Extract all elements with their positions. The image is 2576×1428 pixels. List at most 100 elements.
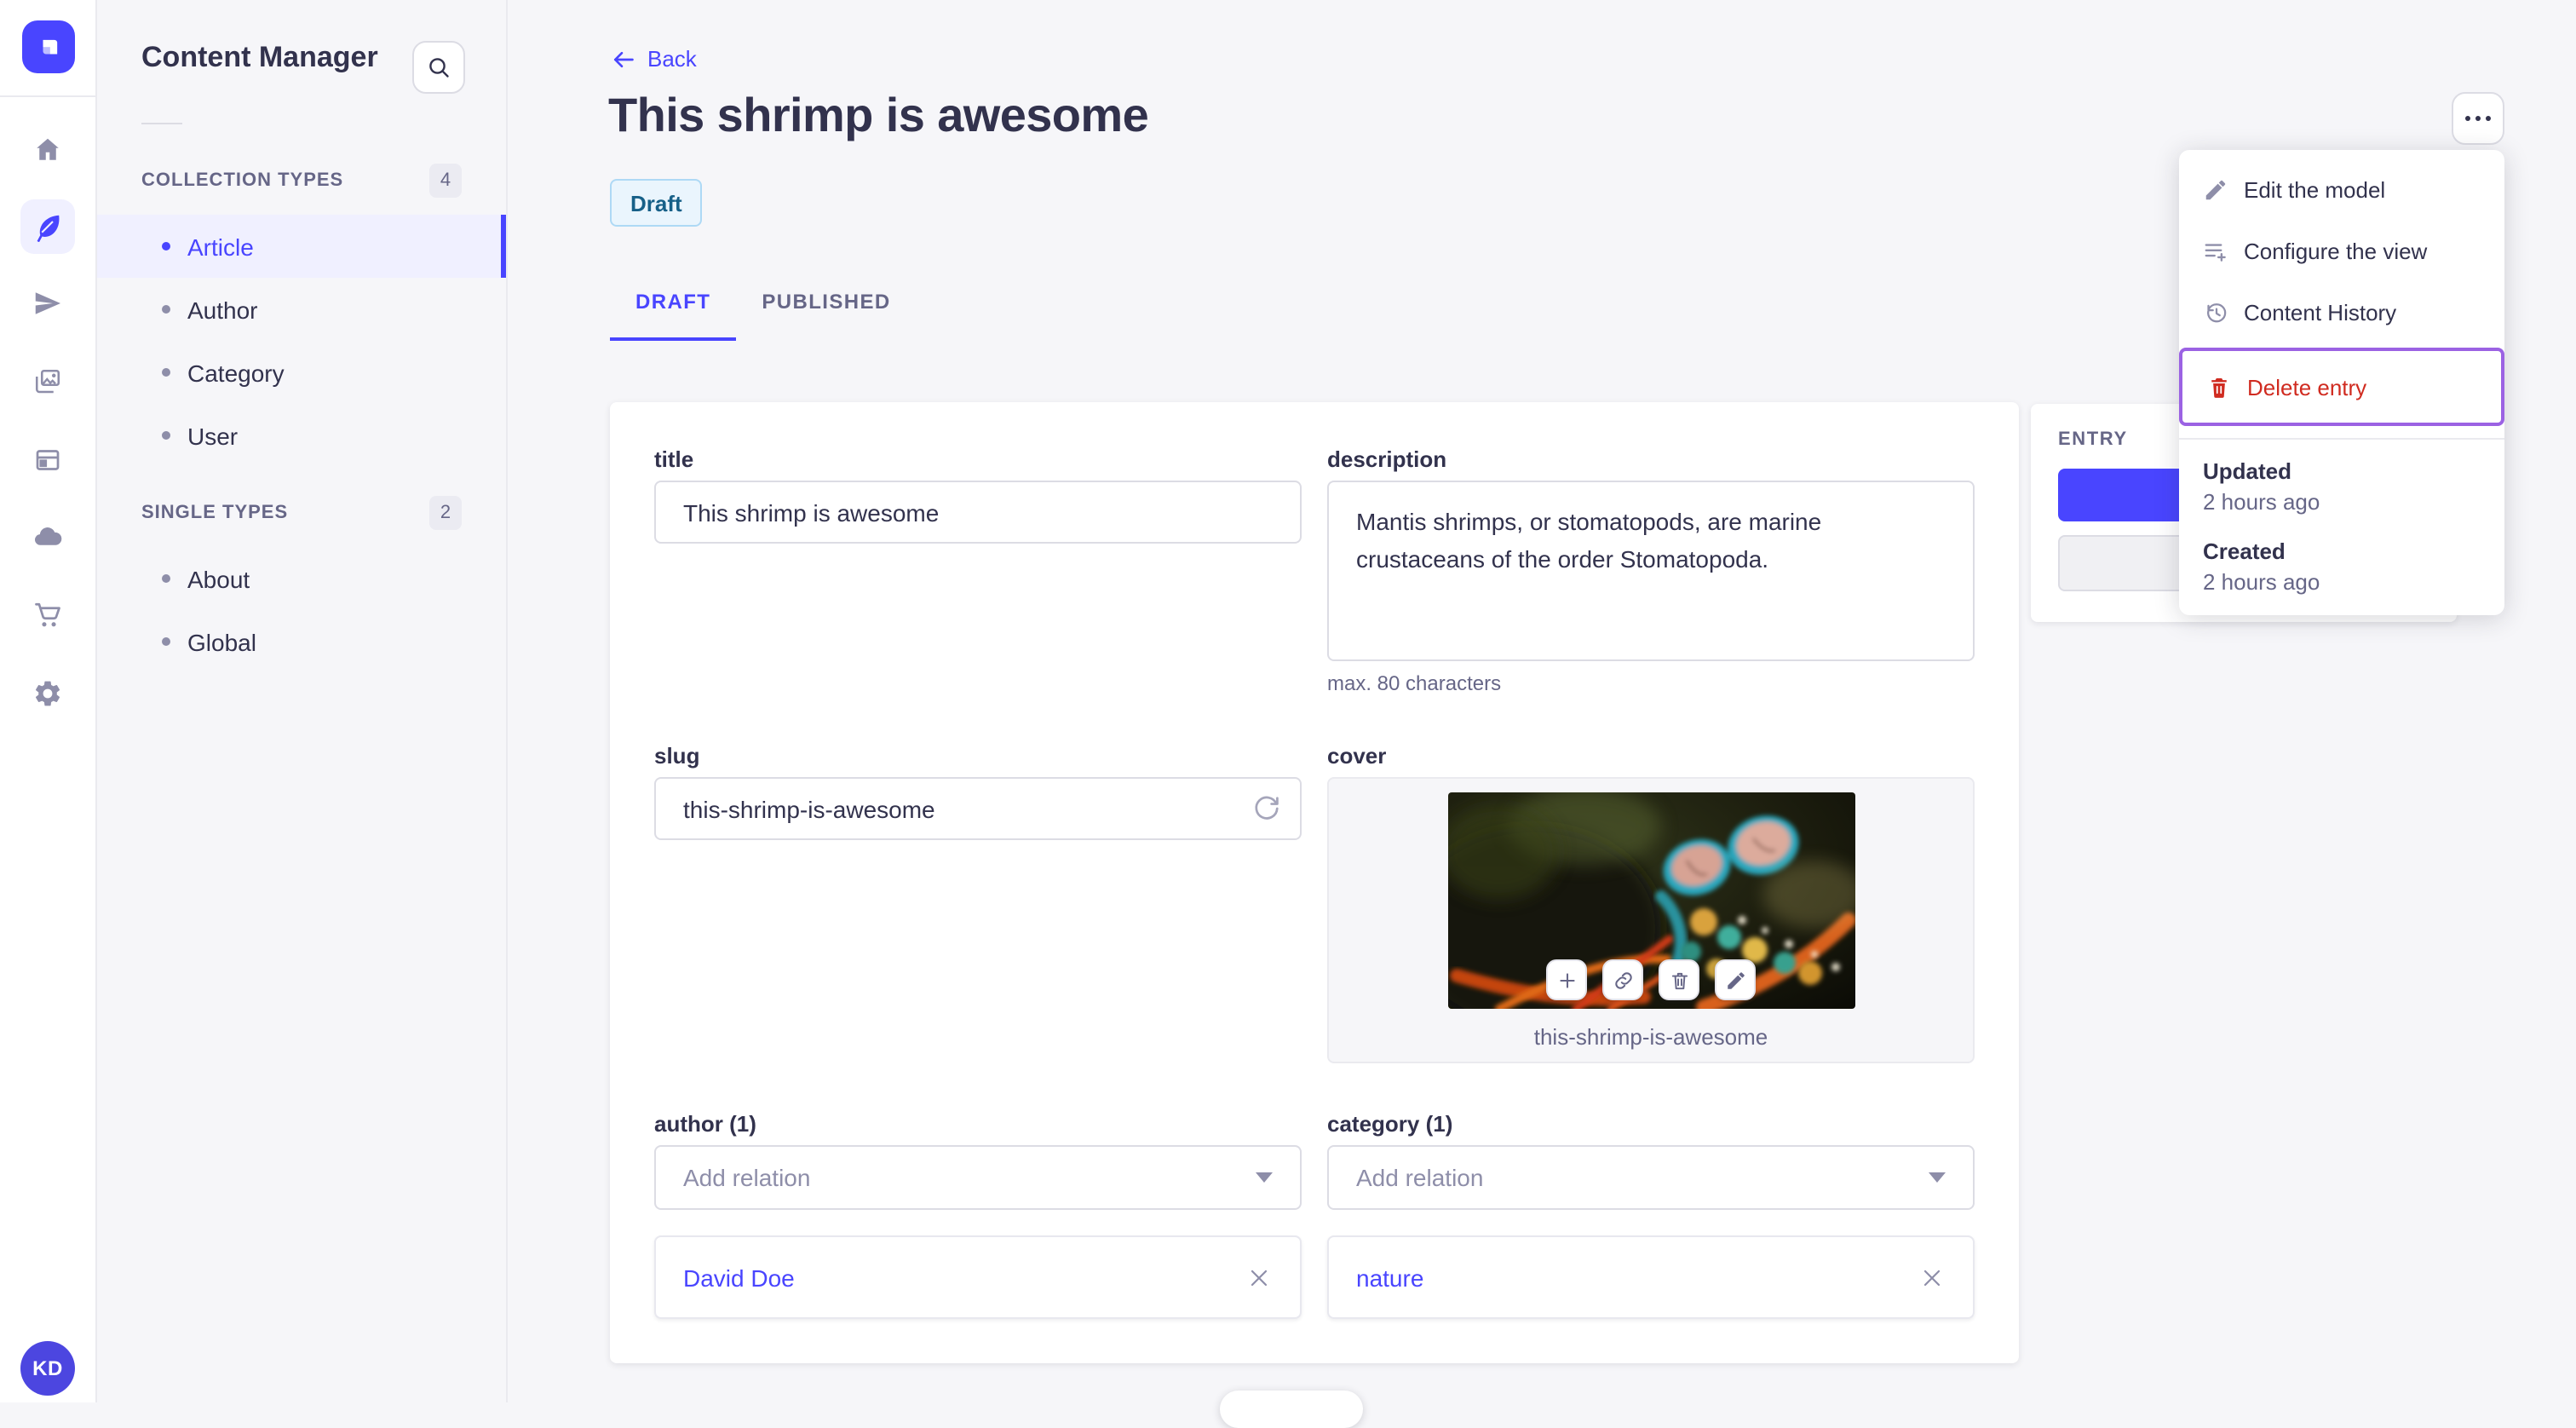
field-slug: slug: [654, 743, 1302, 840]
bullet-icon: [162, 431, 170, 440]
page-title: This shrimp is awesome: [608, 89, 1149, 141]
menu-item-edit-model[interactable]: Edit the model: [2179, 158, 2504, 220]
main-content: Back This shrimp is awesome Draft DRAFT …: [508, 0, 2576, 1428]
description-label: description: [1327, 446, 1447, 472]
close-icon: [1251, 1269, 1268, 1286]
strapi-admin: KD Content Manager COLLECTION TYPES 4 Ar…: [0, 0, 2576, 1428]
cloud-icon[interactable]: [20, 510, 75, 564]
single-types-header: SINGLE TYPES 2: [97, 496, 506, 530]
back-label: Back: [647, 46, 697, 72]
releases-icon[interactable]: [20, 276, 75, 331]
collection-types-header: COLLECTION TYPES 4: [97, 164, 506, 198]
link-icon: [1614, 971, 1631, 988]
entry-meta: Updated 2 hours ago Created 2 hours ago: [2179, 455, 2504, 595]
add-media-button[interactable]: [1546, 959, 1587, 1000]
field-cover: cover this-shrimp-is-awesome: [1327, 743, 1975, 1063]
bullet-icon: [162, 574, 170, 583]
description-hint: max. 80 characters: [1327, 671, 1502, 695]
bullet-icon: [162, 305, 170, 314]
section-label: SINGLE TYPES: [141, 503, 289, 523]
description-textarea[interactable]: Mantis shrimps, or stomatopods, are mari…: [1327, 481, 1975, 661]
menu-item-configure-view[interactable]: Configure the view: [2179, 220, 2504, 281]
plus-icon: [1559, 972, 1574, 988]
more-actions-button[interactable]: [2452, 92, 2504, 145]
back-link[interactable]: Back: [610, 46, 697, 72]
author-relation-select[interactable]: Add relation: [654, 1145, 1302, 1210]
updated-label: Updated: [2203, 458, 2291, 484]
field-author: author (1) Add relation David Doe: [654, 1111, 1302, 1319]
search-button[interactable]: [412, 41, 465, 94]
sidebar-item-category[interactable]: Category: [97, 341, 506, 404]
updated-value: 2 hours ago: [2203, 489, 2320, 515]
bullet-icon: [162, 637, 170, 646]
avatar[interactable]: KD: [20, 1341, 75, 1396]
settings-gear-icon[interactable]: [20, 666, 75, 721]
menu-item-delete-entry[interactable]: Delete entry: [2182, 351, 2501, 423]
remove-category-button[interactable]: [1918, 1264, 1946, 1291]
author-relation-item: David Doe: [654, 1235, 1302, 1319]
status-badge: Draft: [610, 179, 703, 227]
section-label: COLLECTION TYPES: [141, 170, 344, 191]
nav-rail: KD: [0, 0, 97, 1402]
ellipsis-icon: [2465, 116, 2470, 121]
sidebar-item-about[interactable]: About: [97, 547, 506, 610]
sidebar-item-label: About: [187, 565, 250, 592]
field-category: category (1) Add relation nature: [1327, 1111, 1975, 1319]
menu-item-label: Edit the model: [2244, 176, 2386, 202]
slug-input[interactable]: [654, 777, 1302, 840]
relation-link-nature[interactable]: nature: [1356, 1264, 1423, 1291]
category-label: category (1): [1327, 1111, 1453, 1137]
relation-placeholder: Add relation: [1356, 1164, 1484, 1191]
copy-link-button[interactable]: [1602, 959, 1643, 1000]
menu-divider: [2179, 438, 2504, 440]
count-badge: 4: [429, 164, 462, 198]
title-input[interactable]: [654, 481, 1302, 544]
close-icon: [1923, 1269, 1941, 1286]
media-library-icon[interactable]: [20, 354, 75, 409]
content-manager-sidebar: Content Manager COLLECTION TYPES 4 Artic…: [97, 0, 508, 1402]
cover-image[interactable]: [1447, 792, 1854, 1009]
sidebar-item-user[interactable]: User: [97, 404, 506, 467]
home-icon[interactable]: [20, 123, 75, 177]
author-label: author (1): [654, 1111, 756, 1137]
category-relation-item: nature: [1327, 1235, 1975, 1319]
menu-item-label: Configure the view: [2244, 238, 2428, 263]
rail-divider: [0, 95, 95, 97]
cover-filename: this-shrimp-is-awesome: [1533, 1024, 1768, 1050]
cover-label: cover: [1327, 743, 1387, 769]
field-description: description Mantis shrimps, or stomatopo…: [1327, 446, 1975, 695]
content-manager-icon[interactable]: [20, 199, 75, 254]
pencil-icon: [1727, 971, 1744, 988]
regenerate-slug-icon[interactable]: [1252, 794, 1281, 823]
focus-ring: Delete entry: [2179, 348, 2504, 426]
tab-draft[interactable]: DRAFT: [610, 286, 737, 341]
content-type-builder-icon[interactable]: [20, 433, 75, 487]
title-label: title: [654, 446, 694, 472]
sidebar-item-author[interactable]: Author: [97, 278, 506, 341]
slug-label: slug: [654, 743, 700, 769]
marketplace-cart-icon[interactable]: [20, 588, 75, 642]
edit-media-button[interactable]: [1715, 959, 1756, 1000]
sidebar-item-label: Article: [187, 233, 254, 260]
relation-placeholder: Add relation: [683, 1164, 811, 1191]
strapi-logo[interactable]: [22, 20, 75, 73]
category-relation-select[interactable]: Add relation: [1327, 1145, 1975, 1210]
delete-media-button[interactable]: [1659, 959, 1699, 1000]
created-value: 2 hours ago: [2203, 569, 2320, 595]
bottom-pill: [1220, 1391, 1363, 1428]
menu-item-content-history[interactable]: Content History: [2179, 281, 2504, 343]
sidebar-item-article[interactable]: Article: [97, 215, 506, 278]
remove-author-button[interactable]: [1245, 1264, 1273, 1291]
menu-item-label: Delete entry: [2247, 374, 2367, 400]
sidebar-item-label: Category: [187, 359, 285, 386]
sidebar-item-label: Author: [187, 296, 258, 323]
pencil-icon: [2205, 179, 2226, 199]
edit-form-card: title description Mantis shrimps, or sto…: [610, 402, 2019, 1363]
relation-link-david-doe[interactable]: David Doe: [683, 1264, 795, 1291]
trash-icon: [1670, 971, 1688, 989]
sidebar-item-global[interactable]: Global: [97, 610, 506, 673]
sidebar-item-label: Global: [187, 628, 256, 655]
history-icon: [2207, 302, 2227, 322]
tab-published[interactable]: PUBLISHED: [736, 286, 916, 341]
back-arrow-icon: [613, 50, 634, 67]
